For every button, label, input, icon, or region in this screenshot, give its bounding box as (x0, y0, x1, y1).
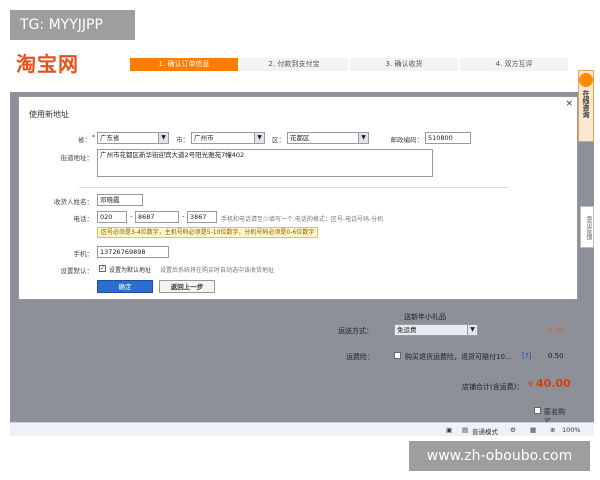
mascot-icon (579, 73, 593, 87)
default-label: 设置默认： (60, 267, 94, 275)
province-value: 广东省 (100, 134, 120, 142)
gift-note: 送新年小礼品 (404, 313, 446, 321)
close-icon[interactable]: × (565, 99, 573, 109)
district-select[interactable]: 花都区 ▼ (287, 132, 369, 144)
back-button[interactable]: 返回上一步 (159, 280, 215, 293)
insurance-checkbox[interactable] (394, 352, 401, 359)
online-chat-label: 在线咨询 (582, 90, 590, 118)
phone-label: 电话： (73, 215, 94, 223)
chevron-down-icon: ▼ (467, 325, 477, 335)
browser-viewport: 淘宝网 1. 确认订单信息 2. 付款到支付宝 3. 确认收货 4. 双方互评 … (10, 44, 594, 436)
shipping-select[interactable]: 免运费 ▼ (394, 324, 478, 336)
street-textarea[interactable]: 广州市花都区新华街迎宾大道2号阳光雅苑7幢402 (97, 149, 433, 177)
browser-status-bar: ▣ ▤ 普通模式 ⚙ ▦ ⊕ 100% (10, 422, 594, 436)
phone-hint: 手机和电话请至少填写一个,电话的格式：区号-电话号码-分机 (221, 216, 384, 223)
phone-error-message: 区号必须是3-4位数字，主机号码必须是5-10位数字，分机号码必须是0-6位数字 (97, 227, 319, 238)
zoom-level[interactable]: 100% (562, 426, 581, 434)
province-select[interactable]: 广东省 ▼ (97, 132, 169, 144)
street-label: 街道地址： (60, 154, 94, 162)
district-label: 区： (272, 136, 285, 144)
browser-mode[interactable]: 普通模式 (472, 426, 498, 436)
taobao-logo[interactable]: 淘宝网 (16, 48, 79, 77)
default-checkbox[interactable]: ✓ (99, 265, 106, 272)
name-input[interactable]: 邓晓霞 (97, 194, 143, 206)
mobile-label: 手机： (73, 250, 94, 258)
step-confirm-receipt: 3. 确认收货 (350, 58, 458, 71)
chevron-down-icon: ▼ (358, 133, 368, 143)
confirm-button[interactable]: 确定 (97, 280, 153, 293)
shipping-select-value: 免运费 (397, 326, 417, 334)
step-review: 4. 双方互评 (460, 58, 568, 71)
total-currency: ¥ (528, 380, 534, 389)
chevron-down-icon: ▼ (158, 133, 168, 143)
network-icon: ▣ (446, 426, 453, 434)
new-address-dialog: 使用新地址 × 省： * 广东省 ▼ 市： 广州市 ▼ 区： 花都区 ▼ 邮政编… (18, 96, 578, 300)
watermark-top: TG: MYYJJPP (10, 10, 135, 40)
province-label: 省： (78, 136, 91, 144)
city-label: 市： (176, 136, 189, 144)
watermark-bottom: www.zh-oboubo.com (409, 441, 590, 471)
tools-icon[interactable]: ⚙ (510, 426, 516, 434)
shipping-label: 运送方式： (338, 327, 373, 335)
mobile-input[interactable]: 13726769898 (97, 246, 169, 258)
chevron-down-icon: ▼ (254, 133, 264, 143)
page-icon[interactable]: ▦ (530, 426, 536, 434)
dash-separator: - (182, 213, 185, 221)
anonymous-checkbox[interactable] (534, 407, 541, 414)
phone-number-input[interactable]: 8687 (135, 211, 179, 223)
city-value: 广州市 (194, 134, 214, 142)
district-value: 花都区 (290, 134, 310, 142)
default-checkbox-label: 设置为默认地址 (109, 267, 152, 274)
city-select[interactable]: 广州市 ▼ (191, 132, 265, 144)
phone-ext-input[interactable]: 3867 (187, 211, 217, 223)
step-confirm-order: 1. 确认订单信息 (130, 58, 238, 71)
phone-area-input[interactable]: 020 (97, 211, 127, 223)
online-chat-widget[interactable]: 在线咨询 (578, 70, 594, 142)
required-mark: * (92, 134, 95, 141)
total-value: 40.00 (536, 377, 571, 390)
shipping-price: 0.00 (548, 326, 564, 334)
dash-separator: - (130, 213, 133, 221)
divider (79, 187, 509, 188)
dialog-title: 使用新地址 (29, 110, 69, 119)
name-label: 收货人姓名： (54, 198, 93, 206)
postcode-input[interactable]: 510800 (425, 132, 471, 144)
insurance-price: 0.50 (548, 352, 564, 360)
default-hint: 设置后系统将在购买时自动选中该收货地址 (160, 267, 275, 274)
mode-icon: ▤ (462, 426, 469, 434)
site-header: 淘宝网 1. 确认订单信息 2. 付款到支付宝 3. 确认收货 4. 双方互评 (10, 44, 594, 92)
screenshot-page: 淘宝网 1. 确认订单信息 2. 付款到支付宝 3. 确认收货 4. 双方互评 … (0, 0, 600, 480)
zoom-icon[interactable]: ⊕ (550, 426, 555, 434)
total-label: 店铺合计(含运费)： (462, 383, 524, 391)
insurance-help-link[interactable]: [?] (522, 352, 531, 360)
insurance-text: 购买退货运费险，退货可赔付10... (405, 353, 512, 361)
feedback-tab[interactable]: 意见反馈 (580, 206, 594, 248)
postcode-label: 邮政编码： (390, 136, 424, 144)
checkout-steps: 1. 确认订单信息 2. 付款到支付宝 3. 确认收货 4. 双方互评 (130, 58, 570, 71)
step-pay: 2. 付款到支付宝 (240, 58, 348, 71)
insurance-label: 运费险： (346, 353, 374, 361)
